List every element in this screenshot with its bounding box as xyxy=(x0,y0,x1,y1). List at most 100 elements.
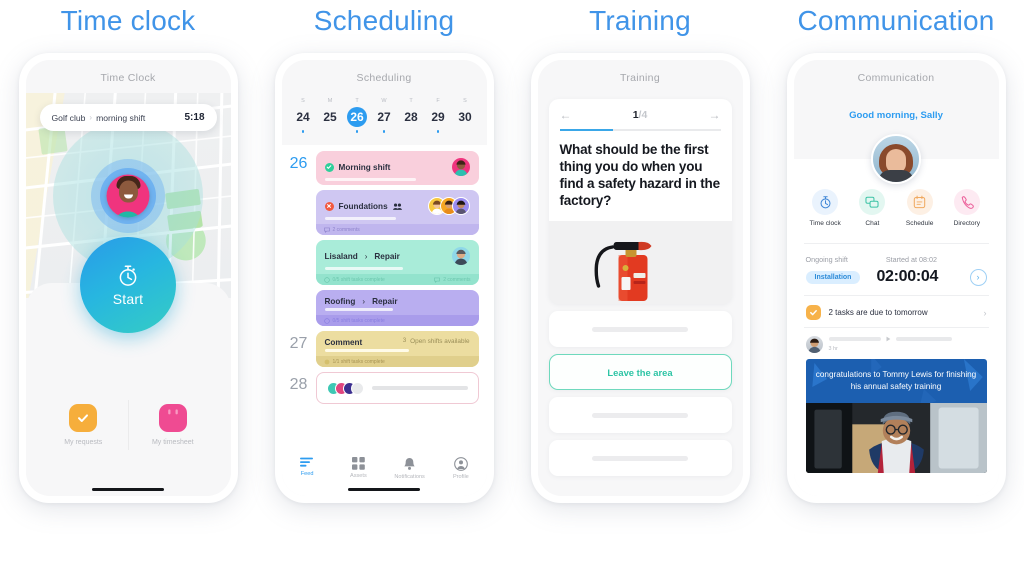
quick-action-chat[interactable]: Chat xyxy=(849,189,896,227)
avatar-overflow xyxy=(350,381,364,395)
week-day-24[interactable]: S 24 xyxy=(290,97,317,133)
post-timestamp: 3 hr xyxy=(828,346,838,352)
avatar-stack xyxy=(326,381,364,395)
shift-card-title: Comment xyxy=(324,338,363,347)
comment-icon xyxy=(434,277,441,283)
answer-placeholder-line xyxy=(592,412,688,418)
week-day-30[interactable]: S 30 xyxy=(452,97,479,127)
arrow-left-icon[interactable]: ← xyxy=(560,108,572,122)
shift-card-placeholder[interactable] xyxy=(315,372,479,404)
chevron-right-icon[interactable]: › xyxy=(969,268,987,286)
placeholder-line xyxy=(371,386,468,390)
quick-action-time-clock[interactable]: Time clock xyxy=(802,189,849,227)
shift-card-footer: 2 comments xyxy=(315,224,479,235)
answer-option-1[interactable] xyxy=(548,311,732,347)
shift-location: Golf club xyxy=(51,112,86,123)
shift-card-roofing-repair[interactable]: Roofing › Repair 0/5 shift tasks complet… xyxy=(315,290,479,326)
start-shift-button[interactable]: Start xyxy=(80,237,176,333)
week-day-letter: S xyxy=(301,98,305,104)
quick-action-label: Directory xyxy=(953,220,981,227)
shortcut-my-requests[interactable]: My requests xyxy=(39,392,129,458)
post-banner-text: congratulations to Tommy Lewis for finis… xyxy=(815,370,977,391)
shift-card-comment[interactable]: Comment 3 Open shifts available 1/1 shif… xyxy=(315,331,479,367)
chevron-right-icon[interactable]: › xyxy=(984,308,987,318)
calendar-icon xyxy=(906,189,933,215)
shift-card-footer: 0/5 shift tasks complete 2 comments xyxy=(315,274,479,285)
tab-profile[interactable]: Profile xyxy=(435,457,486,480)
time-clock-shortcuts: My requests My timesheet xyxy=(39,392,218,458)
shortcut-my-timesheet[interactable]: My timesheet xyxy=(128,392,218,458)
tab-feed[interactable]: Feed xyxy=(282,457,333,477)
open-shifts-badge: 3 Open shifts available xyxy=(403,338,470,346)
question-card: ← 1/4 → What should be the first thing y… xyxy=(548,99,732,304)
tab-notifications[interactable]: Notifications xyxy=(384,457,435,480)
shift-card-title: Morning shift xyxy=(338,162,391,172)
answer-option-label: Leave the area xyxy=(607,366,673,378)
home-indicator xyxy=(348,487,420,491)
phone-mockups: Time Clock Golf club › morning shift 5:1… xyxy=(0,40,1024,503)
phone-col-training: Training ← 1/4 → What should be the firs… xyxy=(512,53,768,503)
quick-actions: Time clock Chat Schedule Directory xyxy=(794,189,999,227)
answer-option-leave-the-area[interactable]: Leave the area xyxy=(548,354,732,390)
quick-action-directory[interactable]: Directory xyxy=(943,189,990,227)
week-day-27[interactable]: W 27 xyxy=(371,97,398,133)
avatar xyxy=(451,197,470,215)
week-day-29[interactable]: F 29 xyxy=(425,97,452,133)
tasks-due-text: 2 tasks are due to tomorrow xyxy=(828,308,928,317)
tasks-due-row[interactable]: 2 tasks are due to tomorrow › xyxy=(805,305,987,320)
heading-scheduling: Scheduling xyxy=(313,5,455,36)
ongoing-shift-card[interactable]: Ongoing shift Started at 08:02 Installat… xyxy=(805,255,987,286)
training-nav-title: Training xyxy=(537,60,743,93)
week-day-number: 28 xyxy=(404,110,418,124)
question-header: ← 1/4 → xyxy=(549,99,732,129)
shift-card-progress-bar xyxy=(324,267,403,270)
week-day-25[interactable]: M 25 xyxy=(317,97,344,127)
heading-communication: Communication xyxy=(797,5,995,36)
fire-extinguisher-photo xyxy=(548,221,732,304)
tasks-icon xyxy=(324,359,329,364)
avatar[interactable] xyxy=(871,134,921,184)
comment-count: 2 comments xyxy=(332,226,360,233)
communication-nav-title: Communication xyxy=(793,60,999,93)
time-clock-nav-title: Time Clock xyxy=(25,60,231,93)
week-day-28[interactable]: T 28 xyxy=(398,97,425,127)
answer-placeholder-line xyxy=(592,326,688,332)
divider xyxy=(803,295,989,296)
stopwatch-icon xyxy=(812,189,839,215)
shift-card-morning-shift[interactable]: Morning shift xyxy=(315,151,479,185)
shift-card-title: Lisaland xyxy=(324,251,358,261)
open-shifts-count: 3 xyxy=(402,338,407,344)
post-author-placeholder xyxy=(828,337,881,341)
time-clock-screen: Time Clock Golf club › morning shift 5:1… xyxy=(25,60,231,496)
scheduling-screen: Scheduling S 24 M 25 T 26 W 27 T 28 F 29… xyxy=(281,60,487,496)
phone-icon xyxy=(953,189,980,215)
heading-time-clock: Time clock xyxy=(60,5,196,36)
avatar xyxy=(451,158,470,176)
arrow-right-icon[interactable]: → xyxy=(709,108,721,122)
quick-action-schedule[interactable]: Schedule xyxy=(896,189,943,227)
shift-card-lisaland-repair[interactable]: Lisaland › Repair 0/5 shift tasks comple… xyxy=(315,240,479,285)
quick-action-label: Schedule xyxy=(905,220,934,227)
shift-started-label: Started at 08:02 xyxy=(885,255,938,264)
post-banner[interactable]: congratulations to Tommy Lewis for finis… xyxy=(805,359,987,403)
shift-card-foundations[interactable]: Foundations 2 comments xyxy=(315,190,479,235)
start-button-label: Start xyxy=(112,291,144,307)
post-photo[interactable] xyxy=(805,403,987,473)
question-total: /4 xyxy=(638,109,648,121)
home-indicator xyxy=(92,487,164,491)
feature-headings: Time clock Scheduling Training Communica… xyxy=(0,0,1024,40)
avatar xyxy=(451,247,470,265)
map-user-avatar xyxy=(106,174,150,217)
tab-assets[interactable]: Assets xyxy=(333,457,384,479)
week-day-26-selected[interactable]: T 26 xyxy=(344,97,371,133)
current-shift-bar[interactable]: Golf club › morning shift 5:18 xyxy=(39,104,217,131)
greeting-text: Good morning, Sally xyxy=(849,110,943,121)
calendar-icon xyxy=(158,404,187,432)
answer-option-3[interactable] xyxy=(548,397,732,433)
week-day-dot xyxy=(301,130,305,133)
week-selector[interactable]: S 24 M 25 T 26 W 27 T 28 F 29 S 30 xyxy=(281,93,487,145)
answer-option-4[interactable] xyxy=(548,440,732,476)
comment-icon xyxy=(323,227,330,233)
week-day-dot xyxy=(355,130,359,133)
shift-card-progress-bar xyxy=(324,308,393,311)
